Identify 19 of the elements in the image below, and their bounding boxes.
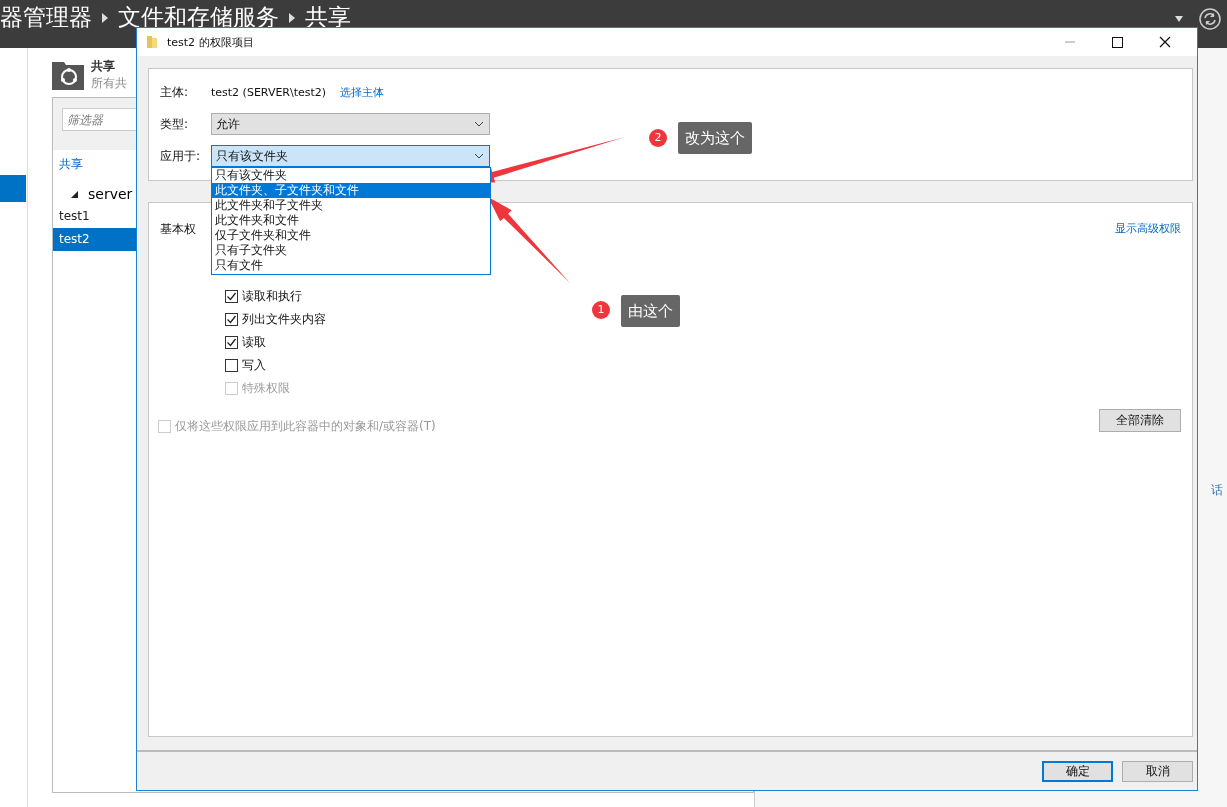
dialog-title: test2 的权限项目 (167, 34, 254, 50)
checkbox-label: 读取和执行 (242, 288, 302, 305)
field-label: 类型: (160, 115, 190, 133)
side-text: 话 (1211, 482, 1223, 499)
panel-subtitle: 所有共 (91, 75, 127, 92)
checkbox-label: 读取 (242, 334, 266, 351)
group-label: server (88, 186, 133, 202)
callout: 改为这个 (678, 122, 752, 154)
checkbox-label: 写入 (242, 357, 266, 374)
panel-title: 共享 (91, 58, 116, 75)
section-header: 共享 (59, 156, 83, 173)
field-label: 应用于: (160, 147, 202, 165)
checkbox-label: 特殊权限 (242, 380, 290, 397)
callout: 由这个 (621, 295, 680, 327)
field-label: 主体: (160, 83, 190, 101)
checkbox-label: 列出文件夹内容 (242, 311, 326, 328)
checkbox-label: 仅将这些权限应用到此容器中的对象和/或容器(T) (175, 418, 436, 435)
section-label: 基本权 (160, 221, 196, 238)
principal-name: test2 (SERVER\test2) (211, 85, 327, 99)
